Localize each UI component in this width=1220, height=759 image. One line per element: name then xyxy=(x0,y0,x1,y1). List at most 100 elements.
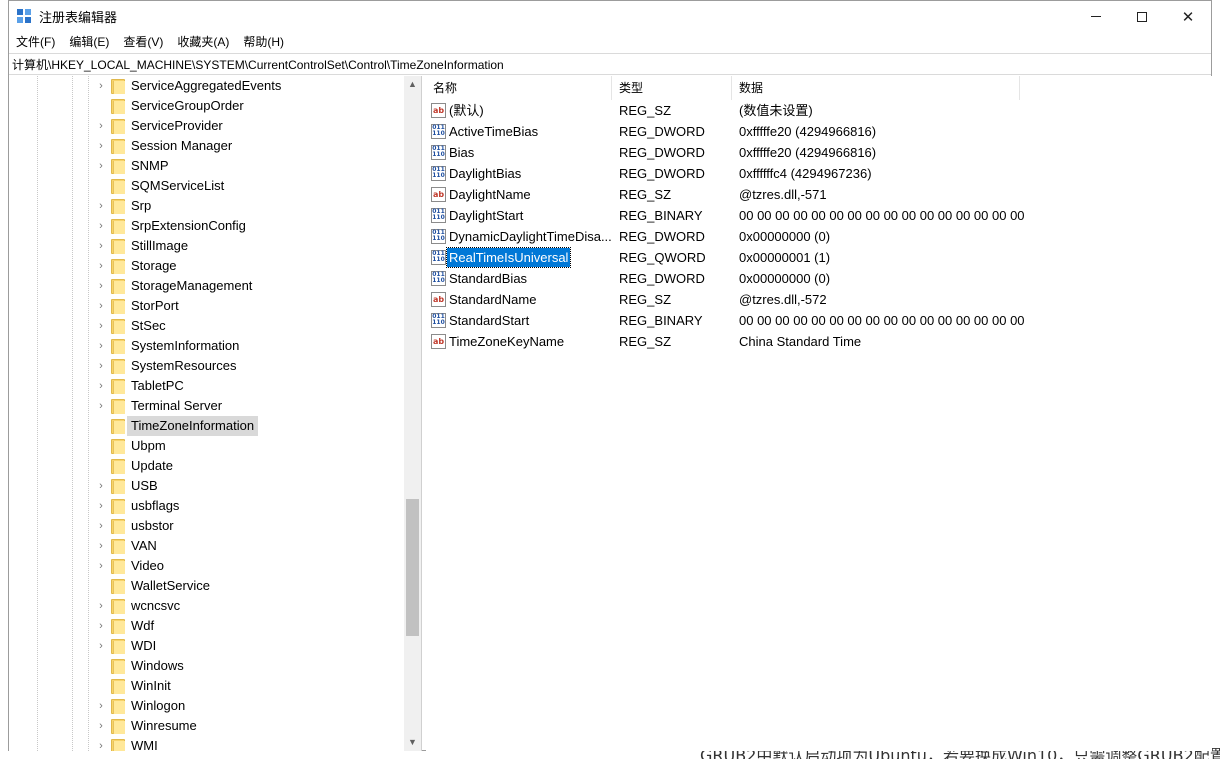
value-row[interactable]: 011 110 StandardBias REG_DWORD 0x00000000 (… xyxy=(426,268,1212,289)
tree-item[interactable]: › VAN xyxy=(9,536,404,556)
tree-item[interactable]: › StillImage xyxy=(9,236,404,256)
chevron-right-icon[interactable]: › xyxy=(96,341,106,352)
tree-item[interactable]: › ServiceProvider xyxy=(9,116,404,136)
menu-view[interactable]: 查看(V) xyxy=(116,32,170,52)
tree-item[interactable]: Ubpm xyxy=(9,436,404,456)
tree-item[interactable]: › SystemInformation xyxy=(9,336,404,356)
tree-item[interactable]: › Wdf xyxy=(9,616,404,636)
tree-item[interactable]: › Video xyxy=(9,556,404,576)
close-button[interactable]: ✕ xyxy=(1165,1,1211,32)
menu-file[interactable]: 文件(F) xyxy=(9,32,62,52)
tree-item[interactable]: Windows xyxy=(9,656,404,676)
chevron-right-icon[interactable]: › xyxy=(96,721,106,732)
value-row[interactable]: ab DaylightName REG_SZ @tzres.dll,-571 xyxy=(426,184,1212,205)
column-type[interactable]: 类型 xyxy=(612,76,732,100)
title-bar[interactable]: 注册表编辑器 ✕ xyxy=(9,1,1211,32)
value-row[interactable]: ab StandardName REG_SZ @tzres.dll,-572 xyxy=(426,289,1212,310)
chevron-right-icon[interactable]: › xyxy=(96,321,106,332)
value-row[interactable]: 011 110 DaylightStart REG_BINARY 00 00 00 0… xyxy=(426,205,1212,226)
chevron-right-icon[interactable]: › xyxy=(96,121,106,132)
string-value-icon: ab xyxy=(431,334,446,349)
menu-favorites[interactable]: 收藏夹(A) xyxy=(170,32,236,52)
value-row[interactable]: 011 110 ActiveTimeBias REG_DWORD 0xfffffe20… xyxy=(426,121,1212,142)
folder-icon xyxy=(111,378,125,394)
chevron-right-icon[interactable]: › xyxy=(96,501,106,512)
value-row[interactable]: 011 110 Bias REG_DWORD 0xfffffe20 (42949668… xyxy=(426,142,1212,163)
value-type: REG_SZ xyxy=(619,292,672,307)
chevron-right-icon[interactable]: › xyxy=(96,541,106,552)
folder-icon xyxy=(111,438,125,454)
folder-icon xyxy=(111,478,125,494)
window-title: 注册表编辑器 xyxy=(39,10,118,25)
minimize-button[interactable] xyxy=(1073,1,1119,32)
tree-item[interactable]: TimeZoneInformation xyxy=(9,416,404,436)
tree-item[interactable]: › WMI xyxy=(9,736,404,751)
chevron-right-icon[interactable]: › xyxy=(96,601,106,612)
chevron-right-icon[interactable]: › xyxy=(96,361,106,372)
value-row[interactable]: ab (默认) REG_SZ (数值未设置) xyxy=(426,100,1212,121)
chevron-right-icon[interactable]: › xyxy=(96,481,106,492)
chevron-right-icon[interactable]: › xyxy=(96,141,106,152)
maximize-button[interactable] xyxy=(1119,1,1165,32)
binary-value-icon: 011 110 xyxy=(431,271,446,286)
chevron-right-icon[interactable]: › xyxy=(96,161,106,172)
tree-item[interactable]: › StorPort xyxy=(9,296,404,316)
tree-item[interactable]: SQMServiceList xyxy=(9,176,404,196)
chevron-right-icon[interactable]: › xyxy=(96,701,106,712)
tree-item-label: WinInit xyxy=(131,678,171,693)
tree-item[interactable]: › StSec xyxy=(9,316,404,336)
tree-item[interactable]: › Winresume xyxy=(9,716,404,736)
chevron-right-icon[interactable]: › xyxy=(96,241,106,252)
tree-item[interactable]: › usbflags xyxy=(9,496,404,516)
chevron-right-icon[interactable]: › xyxy=(96,621,106,632)
tree-item[interactable]: › SrpExtensionConfig xyxy=(9,216,404,236)
folder-icon xyxy=(111,298,125,314)
tree-item[interactable]: › SNMP xyxy=(9,156,404,176)
scroll-up-icon[interactable]: ▲ xyxy=(404,76,421,93)
column-data[interactable]: 数据 xyxy=(732,76,1020,100)
tree-scrollbar[interactable]: ▲ ▼ xyxy=(404,76,421,751)
tree-item[interactable]: › ServiceAggregatedEvents xyxy=(9,76,404,96)
folder-icon xyxy=(111,178,125,194)
value-row[interactable]: 011 110 StandardStart REG_BINARY 00 00 00 0… xyxy=(426,310,1212,331)
tree-item[interactable]: › SystemResources xyxy=(9,356,404,376)
tree-item[interactable]: › WDI xyxy=(9,636,404,656)
tree-item[interactable]: › TabletPC xyxy=(9,376,404,396)
scroll-down-icon[interactable]: ▼ xyxy=(404,734,421,751)
address-input[interactable] xyxy=(12,56,1207,73)
tree-item[interactable]: › wcncsvc xyxy=(9,596,404,616)
tree-item[interactable]: › Session Manager xyxy=(9,136,404,156)
tree-item[interactable]: › Storage xyxy=(9,256,404,276)
chevron-right-icon[interactable]: › xyxy=(96,301,106,312)
column-name[interactable]: 名称 xyxy=(426,76,612,100)
chevron-right-icon[interactable]: › xyxy=(96,381,106,392)
chevron-right-icon[interactable]: › xyxy=(96,201,106,212)
chevron-right-icon[interactable]: › xyxy=(96,561,106,572)
menu-edit[interactable]: 编辑(E) xyxy=(62,32,116,52)
value-row[interactable]: 011 110 RealTimeIsUniversal REG_QWORD 0x000… xyxy=(426,247,1212,268)
value-row[interactable]: 011 110 DaylightBias REG_DWORD 0xffffffc4 (… xyxy=(426,163,1212,184)
tree-item[interactable]: Update xyxy=(9,456,404,476)
value-row[interactable]: 011 110 DynamicDaylightTimeDisa... REG_DWO… xyxy=(426,226,1212,247)
folder-icon xyxy=(111,418,125,434)
chevron-right-icon[interactable]: › xyxy=(96,521,106,532)
tree-item[interactable]: ServiceGroupOrder xyxy=(9,96,404,116)
chevron-right-icon[interactable]: › xyxy=(96,281,106,292)
value-row[interactable]: ab TimeZoneKeyName REG_SZ China Standard Ti… xyxy=(426,331,1212,352)
chevron-right-icon[interactable]: › xyxy=(96,261,106,272)
tree-item[interactable]: › Winlogon xyxy=(9,696,404,716)
chevron-right-icon[interactable]: › xyxy=(96,641,106,652)
chevron-right-icon[interactable]: › xyxy=(96,401,106,412)
tree-item[interactable]: › Terminal Server xyxy=(9,396,404,416)
tree-item[interactable]: WinInit xyxy=(9,676,404,696)
chevron-right-icon[interactable]: › xyxy=(96,741,106,752)
chevron-right-icon[interactable]: › xyxy=(96,221,106,232)
menu-help[interactable]: 帮助(H) xyxy=(236,32,291,52)
chevron-right-icon[interactable]: › xyxy=(96,81,106,92)
scrollbar-thumb[interactable] xyxy=(406,499,419,636)
tree-item[interactable]: WalletService xyxy=(9,576,404,596)
tree-item[interactable]: › USB xyxy=(9,476,404,496)
tree-item[interactable]: › StorageManagement xyxy=(9,276,404,296)
tree-item[interactable]: › usbstor xyxy=(9,516,404,536)
tree-item[interactable]: › Srp xyxy=(9,196,404,216)
